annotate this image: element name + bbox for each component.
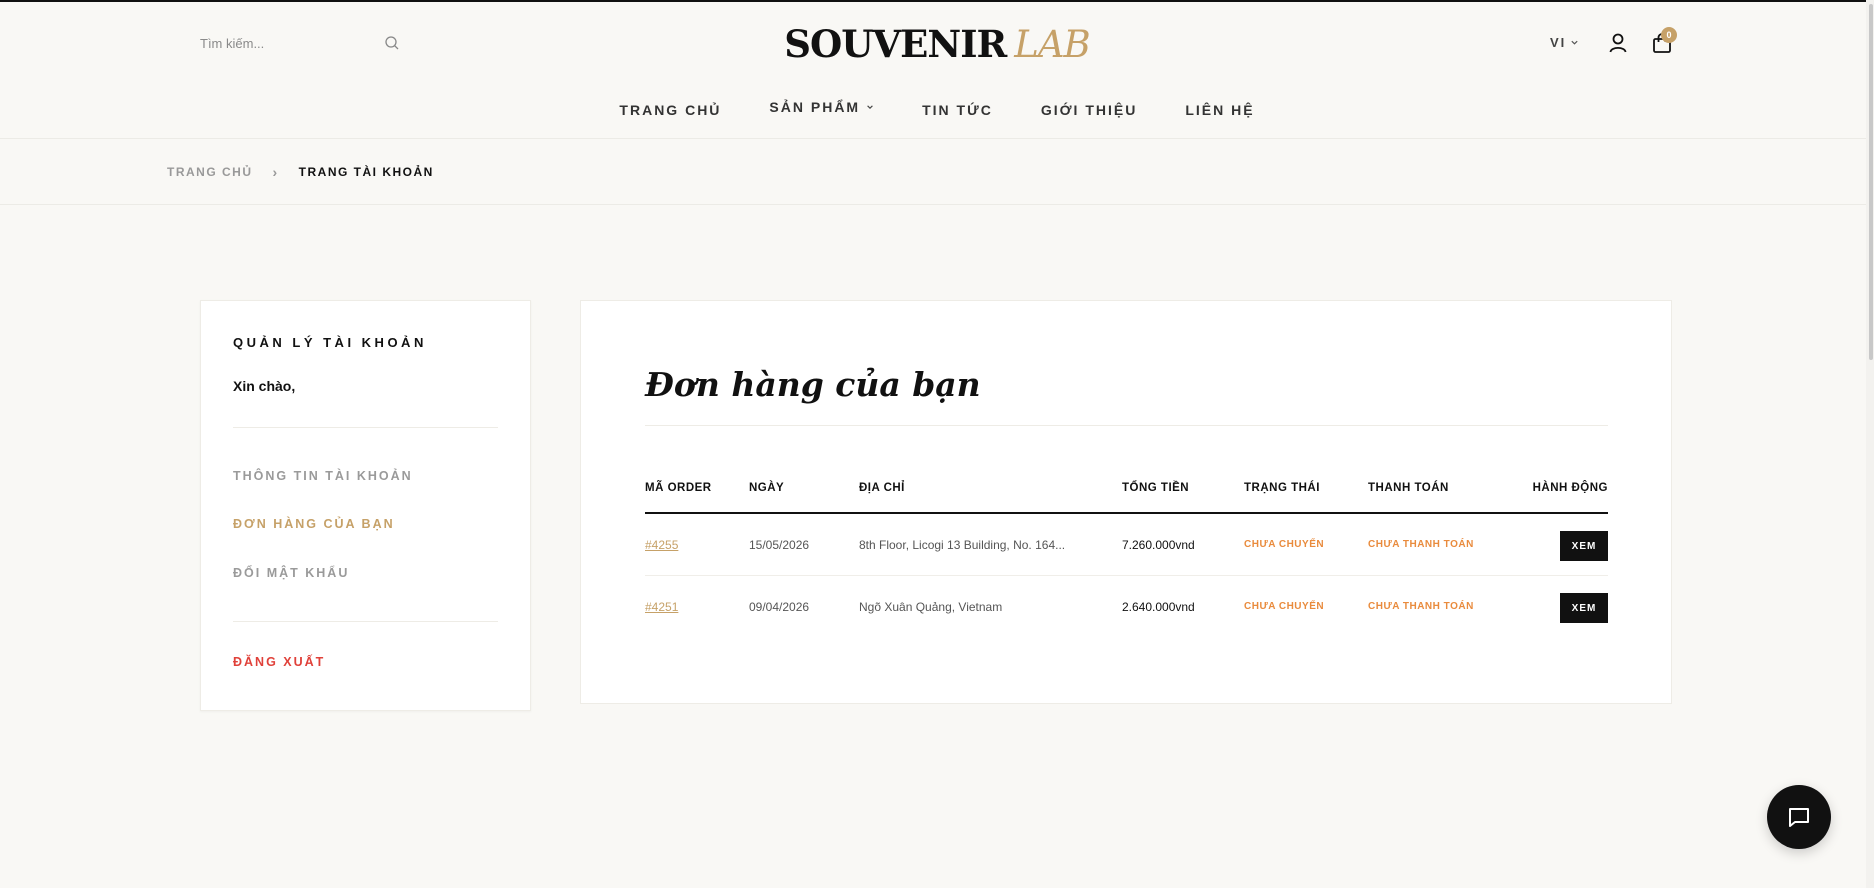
breadcrumb-current: TRANG TÀI KHOẢN bbox=[298, 165, 434, 179]
order-status: CHƯA CHUYỂN bbox=[1244, 601, 1325, 612]
logo-accent: LAB bbox=[1014, 23, 1090, 66]
nav-item-label: LIÊN HỆ bbox=[1185, 102, 1255, 118]
column-header: NGÀY bbox=[749, 482, 785, 494]
order-id-link[interactable]: #4251 bbox=[645, 600, 678, 614]
divider bbox=[233, 621, 498, 622]
order-date: 09/04/2026 bbox=[749, 600, 810, 614]
breadcrumb: TRANG CHỦ › TRANG TÀI KHOẢN bbox=[167, 164, 434, 180]
scrollbar-thumb[interactable] bbox=[1869, 4, 1873, 360]
column-header: MÃ ORDER bbox=[645, 482, 712, 494]
greeting-text: Xin chào, bbox=[233, 378, 296, 394]
column-header: TỔNG TIỀN bbox=[1122, 482, 1190, 494]
language-selector[interactable]: VI bbox=[1550, 35, 1579, 50]
nav-item-contact[interactable]: LIÊN HỆ bbox=[1161, 102, 1278, 118]
account-sidebar: QUẢN LÝ TÀI KHOẢN Xin chào, THÔNG TIN TÀ… bbox=[200, 300, 531, 711]
logout-link[interactable]: ĐĂNG XUẤT bbox=[233, 655, 325, 669]
chevron-down-icon bbox=[867, 105, 873, 109]
chat-button[interactable] bbox=[1767, 785, 1831, 849]
orders-card: Đơn hàng của bạn MÃ ORDER NGÀY ĐỊA CHỈ T… bbox=[580, 300, 1672, 704]
nav-item-label: TIN TỨC bbox=[922, 102, 993, 118]
chevron-right-icon: › bbox=[272, 164, 279, 180]
cart-count-badge: 0 bbox=[1661, 27, 1677, 43]
sidebar-item-change-password[interactable]: ĐỔI MẬT KHẨU bbox=[233, 566, 349, 580]
nav-item-label: TRANG CHỦ bbox=[619, 102, 722, 118]
language-label: VI bbox=[1550, 35, 1567, 50]
order-address: Ngõ Xuân Quảng, Vietnam bbox=[859, 600, 1003, 614]
order-date: 15/05/2026 bbox=[749, 538, 810, 552]
divider bbox=[233, 427, 498, 428]
breadcrumb-divider bbox=[0, 204, 1874, 205]
table-row: #4251 09/04/2026 Ngõ Xuân Quảng, Vietnam… bbox=[645, 576, 1608, 638]
chevron-down-icon bbox=[1571, 40, 1578, 45]
column-header: THANH TOÁN bbox=[1368, 482, 1449, 494]
table-row: #4255 15/05/2026 8th Floor, Licogi 13 Bu… bbox=[645, 514, 1608, 576]
nav-item-home[interactable]: TRANG CHỦ bbox=[595, 102, 745, 118]
view-order-button[interactable]: XEM bbox=[1560, 531, 1608, 561]
view-order-button[interactable]: XEM bbox=[1560, 593, 1608, 623]
user-icon[interactable] bbox=[1608, 32, 1628, 54]
nav-item-products[interactable]: SẢN PHẨM bbox=[745, 96, 898, 118]
nav-item-news[interactable]: TIN TỨC bbox=[898, 102, 1017, 118]
main-nav: TRANG CHỦ SẢN PHẨM TIN TỨC GIỚI THIỆU LI… bbox=[0, 99, 1874, 118]
orders-table: MÃ ORDER NGÀY ĐỊA CHỈ TỔNG TIỀN TRẠNG TH… bbox=[645, 482, 1608, 638]
nav-item-about[interactable]: GIỚI THIỆU bbox=[1017, 102, 1162, 118]
order-address: 8th Floor, Licogi 13 Building, No. 164..… bbox=[859, 538, 1066, 552]
page-title: Đơn hàng của bạn bbox=[645, 365, 981, 404]
sidebar-item-orders[interactable]: ĐƠN HÀNG CỦA BẠN bbox=[233, 517, 395, 531]
table-header: MÃ ORDER NGÀY ĐỊA CHỈ TỔNG TIỀN TRẠNG TH… bbox=[645, 482, 1608, 514]
logo-main: SOUVENIR bbox=[784, 22, 1007, 66]
site-logo[interactable]: SOUVENIR LAB bbox=[0, 22, 1874, 66]
site-header: SOUVENIRLAB VI 0 TRANG CHỦ SẢN PHẨM TIN … bbox=[0, 2, 1874, 139]
order-id-link[interactable]: #4255 bbox=[645, 538, 678, 552]
order-total: 7.260.000vnd bbox=[1122, 538, 1195, 552]
order-status: CHƯA CHUYỂN bbox=[1244, 539, 1325, 550]
column-header: ĐỊA CHỈ bbox=[859, 482, 905, 494]
nav-item-label: GIỚI THIỆU bbox=[1040, 102, 1138, 118]
divider bbox=[645, 425, 1608, 426]
column-header: HÀNH ĐỘNG bbox=[1532, 482, 1608, 494]
order-total: 2.640.000vnd bbox=[1122, 600, 1195, 614]
chat-icon bbox=[1789, 808, 1809, 827]
payment-status: CHƯA THANH TOÁN bbox=[1368, 601, 1474, 612]
payment-status: CHƯA THANH TOÁN bbox=[1368, 539, 1474, 550]
nav-item-label: SẢN PHẨM bbox=[769, 99, 861, 115]
column-header: TRẠNG THÁI bbox=[1244, 482, 1320, 494]
breadcrumb-home[interactable]: TRANG CHỦ bbox=[167, 165, 253, 179]
sidebar-item-account-info[interactable]: THÔNG TIN TÀI KHOẢN bbox=[233, 469, 413, 483]
sidebar-title: QUẢN LÝ TÀI KHOẢN bbox=[233, 335, 427, 350]
